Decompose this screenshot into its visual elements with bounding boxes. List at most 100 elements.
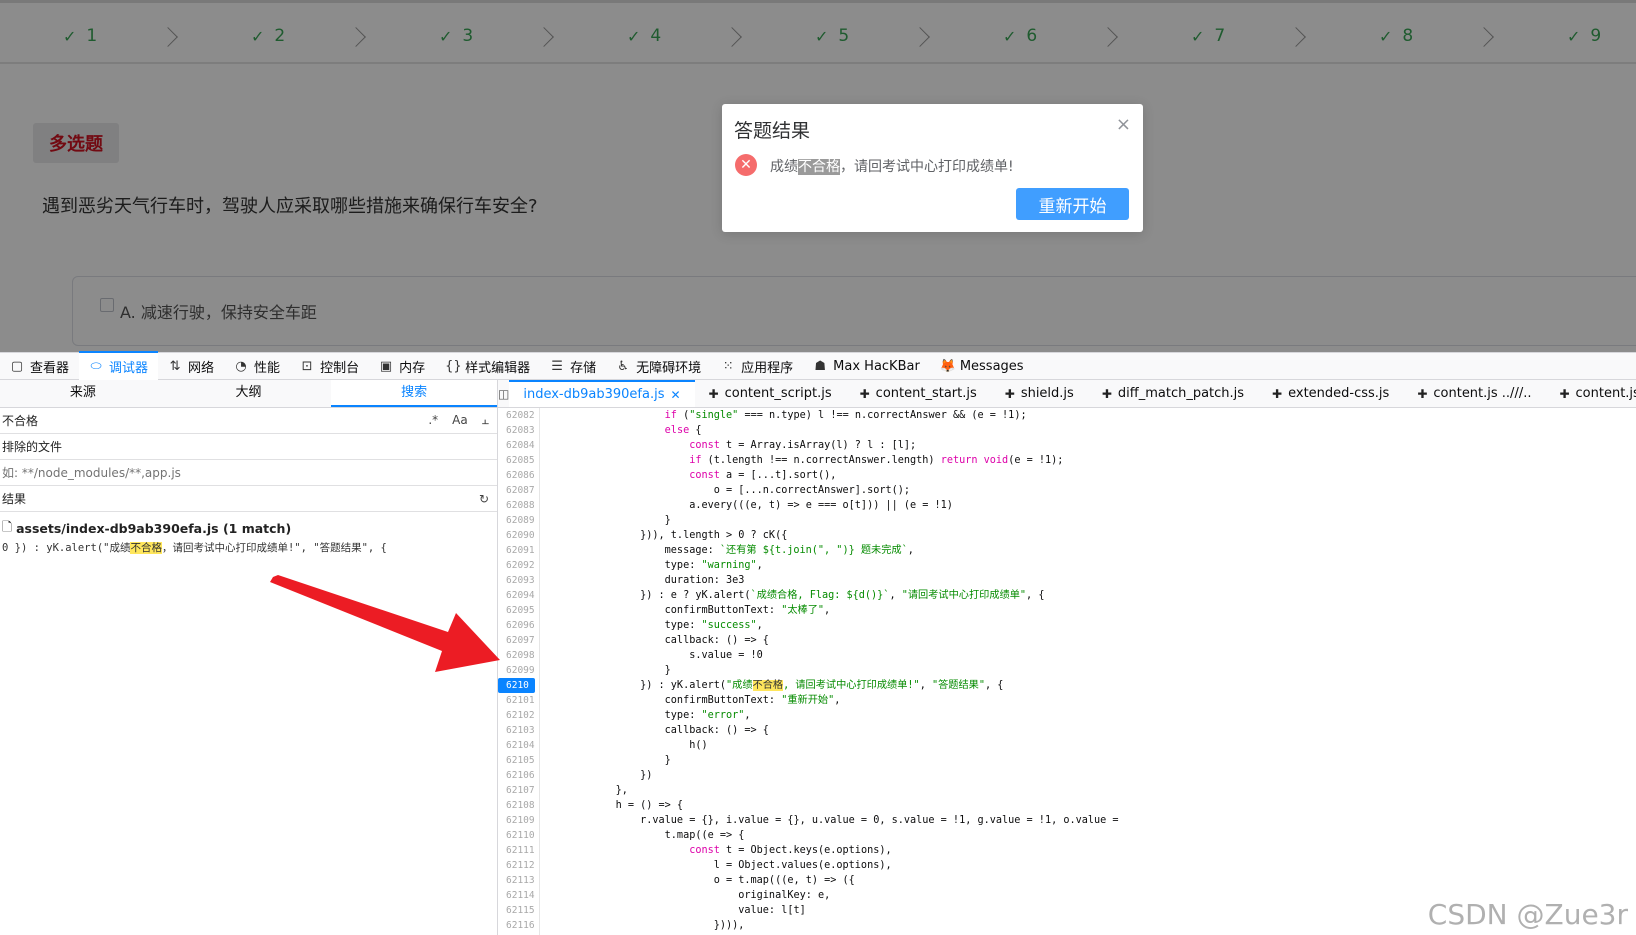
devtools-tab-network[interactable]: ⇅ 网络 xyxy=(158,352,224,380)
code-view[interactable]: 62082 62083 62084 62085 62086 62087 62088 62089… xyxy=(498,408,1636,935)
search-result-file[interactable]: 🗋 assets/index-db9ab390efa.js (1 match) xyxy=(0,516,497,540)
line-number[interactable]: 62106 xyxy=(498,768,539,783)
code-line: h() xyxy=(542,740,708,751)
line-number[interactable]: 62109 xyxy=(498,813,539,828)
devtools-tab-style-editor[interactable]: {} 样式编辑器 xyxy=(435,352,540,380)
tab-sources[interactable]: 来源 xyxy=(0,380,166,407)
search-result-line[interactable]: 0 }) : yK.alert("成绩不合格，请回考试中心打印成绩单!", "答… xyxy=(0,540,497,555)
devtools-tab-label: 应用程序 xyxy=(741,360,794,376)
search-input[interactable]: 不合格 .* Aa ⫠ xyxy=(0,408,497,434)
line-number[interactable]: 62090 xyxy=(498,528,539,543)
devtools-tab-performance[interactable]: ◔ 性能 xyxy=(224,352,290,380)
editor-tab-label: content.js ..///.. xyxy=(1575,386,1636,401)
red-arrow-annotation xyxy=(270,575,500,672)
left-panel-tabs: 来源 大纲 搜索 xyxy=(0,380,498,408)
line-number[interactable]: 62114 xyxy=(498,888,539,903)
code-line: o = t.map(((e, t) => ({ xyxy=(542,875,855,886)
editor-tab[interactable]: index-db9ab390efa.js ✕ xyxy=(509,380,695,407)
line-number[interactable]: 62089 xyxy=(498,513,539,528)
editor-tab-label: content.js ..///.. xyxy=(1433,386,1532,401)
line-number[interactable]: 62108 xyxy=(498,798,539,813)
tab-outline[interactable]: 大纲 xyxy=(166,380,332,407)
excluded-files-input[interactable]: 如: **/node_modules/**,app.js xyxy=(0,460,497,486)
line-number[interactable]: 62107 xyxy=(498,783,539,798)
line-number[interactable]: 62084 xyxy=(498,438,539,453)
devtools-tab-memory[interactable]: ▣ 内存 xyxy=(369,352,435,380)
message-highlight: 不合格 xyxy=(798,159,840,175)
line-number[interactable]: 62082 xyxy=(498,408,539,423)
devtools-tab-label: Max HacKBar xyxy=(833,358,920,374)
toggle-sidebar-icon[interactable]: ◫ xyxy=(498,387,509,401)
code-line: if (t.length !== n.correctAnswer.length)… xyxy=(689,455,1064,466)
file-icon: 🗋 xyxy=(2,518,13,534)
devtools-tab-console[interactable]: ⊡ 控制台 xyxy=(290,352,369,380)
search-input-value: 不合格 xyxy=(2,414,39,428)
devtools-tab-hackbar[interactable]: ☗ Max HacKBar xyxy=(803,352,930,380)
line-number[interactable]: 62116 xyxy=(498,918,539,933)
editor-tab[interactable]: ✚ diff_match_patch.js xyxy=(1088,380,1258,407)
line-number[interactable]: 62092 xyxy=(498,558,539,573)
line-number[interactable]: 62091 xyxy=(498,543,539,558)
devtools-tab-label: 无障碍环境 xyxy=(636,360,702,376)
line-number[interactable]: 62088 xyxy=(498,498,539,513)
network-icon: ⇅ xyxy=(169,358,181,374)
devtools-tab-label: 查看器 xyxy=(30,360,70,376)
line-number[interactable]: 62083 xyxy=(498,423,539,438)
code-line: }, xyxy=(542,785,628,796)
line-number[interactable]: 62085 xyxy=(498,453,539,468)
result-dialog: 答题结果 × ✕ 成绩不合格，请回考试中心打印成绩单! 重新开始 xyxy=(722,104,1143,232)
regex-toggle[interactable]: .* xyxy=(428,413,438,428)
editor-tab[interactable]: ✚ content_script.js xyxy=(695,380,846,407)
results-label: 结果 xyxy=(2,492,27,506)
editor-tab[interactable]: ✚ content_start.js xyxy=(846,380,991,407)
console-icon: ⊡ xyxy=(301,358,313,374)
code-line: const t = Object.keys(e.options), xyxy=(689,845,892,856)
editor-tab[interactable]: ✚ content.js ..///.. xyxy=(1545,380,1636,407)
line-number[interactable]: 62113 xyxy=(498,873,539,888)
editor-tab-label: index-db9ab390efa.js xyxy=(523,387,665,402)
editor-tab[interactable]: ✚ extended-css.js xyxy=(1258,380,1403,407)
line-number[interactable]: 62102 xyxy=(498,708,539,723)
devtools-tab-application[interactable]: ⁙ 应用程序 xyxy=(711,352,803,380)
devtools-tab-accessibility[interactable]: ♿ 无障碍环境 xyxy=(606,352,711,380)
extension-icon: ✚ xyxy=(1417,386,1428,401)
line-number[interactable]: 62087 xyxy=(498,483,539,498)
source-editor: ◫ index-db9ab390efa.js ✕ ✚ content_script.j… xyxy=(498,380,1636,935)
accessibility-icon: ♿ xyxy=(617,358,629,374)
devtools-tab-debugger[interactable]: ⬭ 调试器 xyxy=(79,351,159,380)
whole-word-toggle[interactable]: ⫠ xyxy=(482,413,489,428)
editor-tab[interactable]: ✚ shield.js xyxy=(991,380,1088,407)
line-number[interactable]: 62111 xyxy=(498,843,539,858)
close-tab-icon[interactable]: ✕ xyxy=(670,388,680,402)
line-number[interactable]: 62104 xyxy=(498,738,539,753)
devtools-tab-label: 存储 xyxy=(570,360,597,376)
line-number[interactable]: 62105 xyxy=(498,753,539,768)
line-number[interactable]: 62115 xyxy=(498,903,539,918)
line-number[interactable]: 62110 xyxy=(498,828,539,843)
tab-search[interactable]: 搜索 xyxy=(331,380,498,407)
devtools-tab-label: 调试器 xyxy=(109,360,149,376)
devtools-toolbar: ▢ 查看器 ⬭ 调试器 ⇅ 网络 ◔ 性能 ⊡ 控制台 ▣ 内存 {} 样式编辑器 ☰ 存储 ♿ 无障碍环境 ⁙ 应用… xyxy=(0,351,1636,380)
code-line: }) xyxy=(542,770,653,781)
code-line: callback: () => { xyxy=(542,725,769,736)
line-number[interactable]: 62101 xyxy=(498,693,539,708)
restart-button[interactable]: 重新开始 xyxy=(1016,188,1129,220)
message-suffix: ，请回考试中心打印成绩单! xyxy=(840,159,1014,175)
error-icon: ✕ xyxy=(735,154,757,176)
performance-icon: ◔ xyxy=(235,358,247,374)
close-icon[interactable]: × xyxy=(1116,114,1131,135)
breakpoint-line-number[interactable]: 6210 xyxy=(498,678,535,693)
extension-icon: ✚ xyxy=(1101,386,1112,401)
line-number[interactable]: 62086 xyxy=(498,468,539,483)
refresh-icon[interactable]: ↻ xyxy=(479,492,489,506)
dialog-title: 答题结果 xyxy=(734,120,811,142)
devtools-tab-fox[interactable]: 🦊 Messages xyxy=(930,352,1034,380)
line-number[interactable]: 62112 xyxy=(498,858,539,873)
editor-tab[interactable]: ✚ content.js ..///.. xyxy=(1403,380,1545,407)
devtools-tab-storage[interactable]: ☰ 存储 xyxy=(540,352,606,380)
line-number[interactable]: 62103 xyxy=(498,723,539,738)
devtools-tab-inspector[interactable]: ▢ 查看器 xyxy=(0,352,79,380)
case-sensitive-toggle[interactable]: Aa xyxy=(452,413,468,428)
hackbar-icon: ☗ xyxy=(814,358,826,374)
extension-icon: ✚ xyxy=(1004,386,1015,401)
